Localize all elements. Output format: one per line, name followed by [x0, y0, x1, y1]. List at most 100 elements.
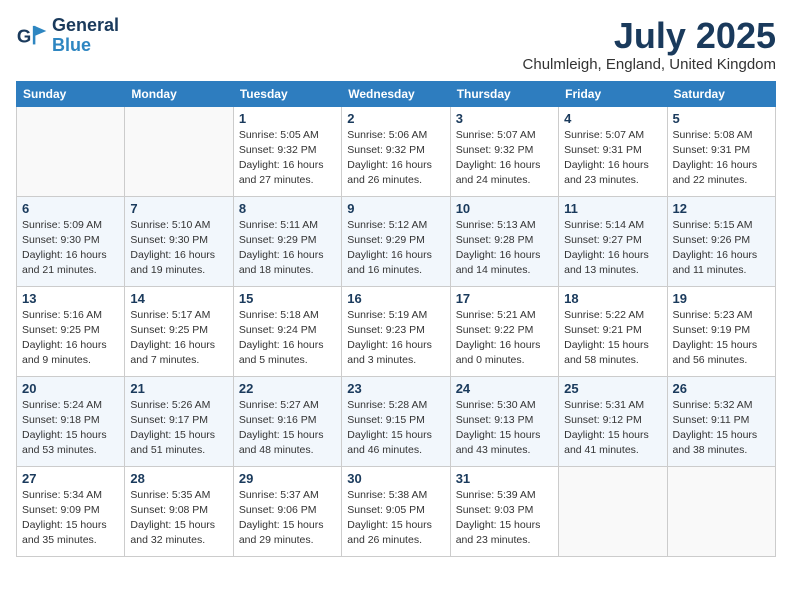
day-number: 11 [564, 201, 661, 216]
location: Chulmleigh, England, United Kingdom [523, 56, 776, 73]
day-info: Sunrise: 5:13 AM Sunset: 9:28 PM Dayligh… [456, 218, 553, 279]
calendar-cell: 25 Sunrise: 5:31 AM Sunset: 9:12 PM Dayli… [559, 376, 667, 466]
calendar-cell [559, 466, 667, 556]
day-info: Sunrise: 5:31 AM Sunset: 9:12 PM Dayligh… [564, 398, 661, 459]
day-info: Sunrise: 5:18 AM Sunset: 9:24 PM Dayligh… [239, 308, 336, 369]
day-info: Sunrise: 5:28 AM Sunset: 9:15 PM Dayligh… [347, 398, 444, 459]
calendar-cell: 26 Sunrise: 5:32 AM Sunset: 9:11 PM Dayli… [667, 376, 775, 466]
calendar-cell: 6Sunrise: 5:09 AM Sunset: 9:30 PM Daylig… [17, 196, 125, 286]
calendar-cell: 1Sunrise: 5:05 AM Sunset: 9:32 PM Daylig… [233, 106, 341, 196]
column-header-thursday: Thursday [450, 81, 558, 106]
day-number: 19 [673, 291, 770, 306]
day-number: 20 [22, 381, 119, 396]
day-info: Sunrise: 5:06 AM Sunset: 9:32 PM Dayligh… [347, 128, 444, 189]
calendar-cell: 31Sunrise: 5:39 AM Sunset: 9:03 PM Dayli… [450, 466, 558, 556]
day-info: Sunrise: 5:32 AM Sunset: 9:11 PM Dayligh… [673, 398, 770, 459]
day-number: 9 [347, 201, 444, 216]
day-info: Sunrise: 5:21 AM Sunset: 9:22 PM Dayligh… [456, 308, 553, 369]
calendar-cell: 8 Sunrise: 5:11 AM Sunset: 9:29 PM Daylig… [233, 196, 341, 286]
day-info: Sunrise: 5:22 AM Sunset: 9:21 PM Dayligh… [564, 308, 661, 369]
day-number: 10 [456, 201, 553, 216]
day-info: Sunrise: 5:19 AM Sunset: 9:23 PM Dayligh… [347, 308, 444, 369]
day-info: Sunrise: 5:14 AM Sunset: 9:27 PM Dayligh… [564, 218, 661, 279]
page-header: G General Blue July 2025 Chulmleigh, Eng… [16, 16, 776, 73]
calendar-cell: 20 Sunrise: 5:24 AM Sunset: 9:18 PM Dayli… [17, 376, 125, 466]
calendar-cell: 30 Sunrise: 5:38 AM Sunset: 9:05 PM Dayli… [342, 466, 450, 556]
day-info: Sunrise: 5:07 AM Sunset: 9:32 PM Dayligh… [456, 128, 553, 189]
week-row-2: 6Sunrise: 5:09 AM Sunset: 9:30 PM Daylig… [17, 196, 776, 286]
day-info: Sunrise: 5:23 AM Sunset: 9:19 PM Dayligh… [673, 308, 770, 369]
day-number: 25 [564, 381, 661, 396]
calendar-cell: 19 Sunrise: 5:23 AM Sunset: 9:19 PM Dayli… [667, 286, 775, 376]
column-header-wednesday: Wednesday [342, 81, 450, 106]
calendar-cell: 11 Sunrise: 5:14 AM Sunset: 9:27 PM Dayli… [559, 196, 667, 286]
week-row-1: 1Sunrise: 5:05 AM Sunset: 9:32 PM Daylig… [17, 106, 776, 196]
calendar-cell: 3 Sunrise: 5:07 AM Sunset: 9:32 PM Daylig… [450, 106, 558, 196]
calendar-cell: 15Sunrise: 5:18 AM Sunset: 9:24 PM Dayli… [233, 286, 341, 376]
calendar-cell: 10 Sunrise: 5:13 AM Sunset: 9:28 PM Dayli… [450, 196, 558, 286]
day-info: Sunrise: 5:10 AM Sunset: 9:30 PM Dayligh… [130, 218, 227, 279]
day-info: Sunrise: 5:38 AM Sunset: 9:05 PM Dayligh… [347, 488, 444, 549]
calendar-cell: 7 Sunrise: 5:10 AM Sunset: 9:30 PM Daylig… [125, 196, 233, 286]
calendar-cell: 24 Sunrise: 5:30 AM Sunset: 9:13 PM Dayli… [450, 376, 558, 466]
day-info: Sunrise: 5:27 AM Sunset: 9:16 PM Dayligh… [239, 398, 336, 459]
day-number: 26 [673, 381, 770, 396]
calendar-cell: 29Sunrise: 5:37 AM Sunset: 9:06 PM Dayli… [233, 466, 341, 556]
calendar-cell [17, 106, 125, 196]
calendar-cell: 27Sunrise: 5:34 AM Sunset: 9:09 PM Dayli… [17, 466, 125, 556]
day-number: 17 [456, 291, 553, 306]
day-number: 24 [456, 381, 553, 396]
title-block: July 2025 Chulmleigh, England, United Ki… [523, 16, 776, 73]
logo-icon: G [16, 22, 48, 50]
calendar-cell: 16 Sunrise: 5:19 AM Sunset: 9:23 PM Dayli… [342, 286, 450, 376]
column-header-sunday: Sunday [17, 81, 125, 106]
calendar-cell [125, 106, 233, 196]
day-info: Sunrise: 5:11 AM Sunset: 9:29 PM Dayligh… [239, 218, 336, 279]
day-number: 27 [22, 471, 119, 486]
logo-text-line1: General [52, 16, 119, 36]
day-number: 16 [347, 291, 444, 306]
week-row-5: 27Sunrise: 5:34 AM Sunset: 9:09 PM Dayli… [17, 466, 776, 556]
day-number: 28 [130, 471, 227, 486]
column-header-monday: Monday [125, 81, 233, 106]
day-number: 8 [239, 201, 336, 216]
week-row-3: 13Sunrise: 5:16 AM Sunset: 9:25 PM Dayli… [17, 286, 776, 376]
logo-text-line2: Blue [52, 36, 119, 56]
svg-text:G: G [17, 26, 31, 47]
day-number: 5 [673, 111, 770, 126]
calendar-cell: 28 Sunrise: 5:35 AM Sunset: 9:08 PM Dayli… [125, 466, 233, 556]
day-info: Sunrise: 5:24 AM Sunset: 9:18 PM Dayligh… [22, 398, 119, 459]
day-number: 30 [347, 471, 444, 486]
day-number: 3 [456, 111, 553, 126]
calendar-cell: 9 Sunrise: 5:12 AM Sunset: 9:29 PM Daylig… [342, 196, 450, 286]
day-info: Sunrise: 5:08 AM Sunset: 9:31 PM Dayligh… [673, 128, 770, 189]
calendar-cell: 23 Sunrise: 5:28 AM Sunset: 9:15 PM Dayli… [342, 376, 450, 466]
day-number: 13 [22, 291, 119, 306]
month-title: July 2025 [523, 16, 776, 56]
day-number: 7 [130, 201, 227, 216]
week-row-4: 20 Sunrise: 5:24 AM Sunset: 9:18 PM Dayli… [17, 376, 776, 466]
day-number: 14 [130, 291, 227, 306]
day-info: Sunrise: 5:05 AM Sunset: 9:32 PM Dayligh… [239, 128, 336, 189]
calendar-cell: 14 Sunrise: 5:17 AM Sunset: 9:25 PM Dayli… [125, 286, 233, 376]
day-number: 6 [22, 201, 119, 216]
column-headers: SundayMondayTuesdayWednesdayThursdayFrid… [17, 81, 776, 106]
column-header-saturday: Saturday [667, 81, 775, 106]
day-number: 18 [564, 291, 661, 306]
day-info: Sunrise: 5:17 AM Sunset: 9:25 PM Dayligh… [130, 308, 227, 369]
calendar-cell: 12Sunrise: 5:15 AM Sunset: 9:26 PM Dayli… [667, 196, 775, 286]
calendar-cell: 4Sunrise: 5:07 AM Sunset: 9:31 PM Daylig… [559, 106, 667, 196]
column-header-tuesday: Tuesday [233, 81, 341, 106]
column-header-friday: Friday [559, 81, 667, 106]
day-info: Sunrise: 5:12 AM Sunset: 9:29 PM Dayligh… [347, 218, 444, 279]
day-number: 2 [347, 111, 444, 126]
calendar-cell: 21Sunrise: 5:26 AM Sunset: 9:17 PM Dayli… [125, 376, 233, 466]
day-number: 23 [347, 381, 444, 396]
calendar-cell: 2 Sunrise: 5:06 AM Sunset: 9:32 PM Daylig… [342, 106, 450, 196]
day-number: 12 [673, 201, 770, 216]
day-number: 22 [239, 381, 336, 396]
day-info: Sunrise: 5:35 AM Sunset: 9:08 PM Dayligh… [130, 488, 227, 549]
day-info: Sunrise: 5:30 AM Sunset: 9:13 PM Dayligh… [456, 398, 553, 459]
calendar-cell: 18 Sunrise: 5:22 AM Sunset: 9:21 PM Dayli… [559, 286, 667, 376]
day-number: 4 [564, 111, 661, 126]
